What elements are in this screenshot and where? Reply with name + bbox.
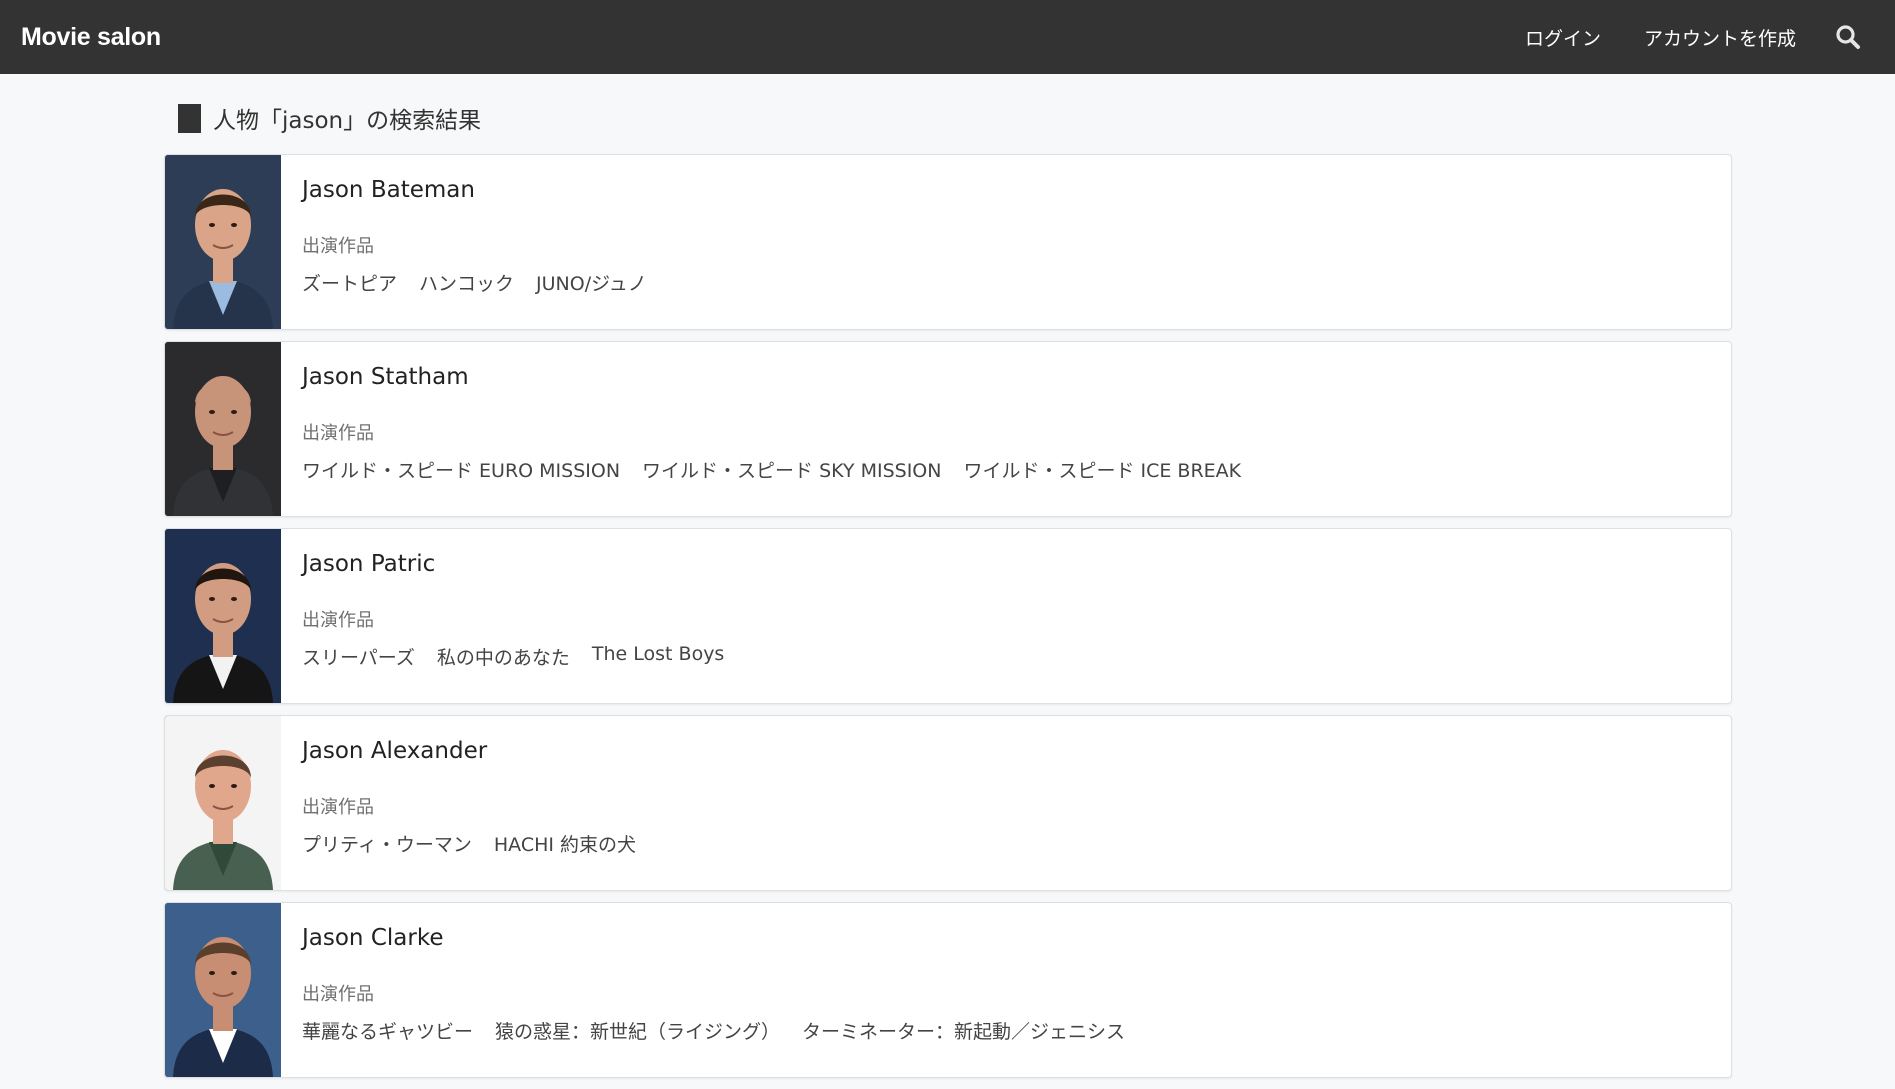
work-link[interactable]: スリーパーズ [302,643,415,670]
brand-logo[interactable]: Movie salon [21,23,161,52]
person-photo[interactable] [165,716,281,890]
person-card[interactable]: Jason Patric 出演作品スリーパーズ 私の中のあなた The Lost Bo… [164,528,1732,704]
person-card-body: Jason Clarke 出演作品華麗なるギャツビー 猿の惑星：新世紀（ライジング）… [281,903,1731,1077]
person-card-body: Jason Patric 出演作品スリーパーズ 私の中のあなた The Lost Bo… [281,529,1731,703]
person-card[interactable]: Jason Alexander 出演作品プリティ・ウーマン HACHI 約束の犬 [164,715,1732,891]
person-photo[interactable] [165,342,281,516]
work-link[interactable]: The Lost Boys [592,643,724,670]
page-title: 人物「jason」の検索結果 [213,108,482,134]
works-list: 華麗なるギャツビー 猿の惑星：新世紀（ライジング） ターミネーター：新起動／ジェニシ… [302,1017,1731,1044]
person-name[interactable]: Jason Alexander [302,738,1731,770]
top-navbar: Movie salon ログイン アカウントを作成 [0,0,1895,74]
create-account-link[interactable]: アカウントを作成 [1644,24,1796,51]
results-heading: 人物「jason」の検索結果 [164,74,1732,154]
works-label: 出演作品 [302,423,374,444]
works-list: スリーパーズ 私の中のあなた The Lost Boys [302,643,1731,670]
work-link[interactable]: 華麗なるギャツビー [302,1017,473,1044]
person-card-body: Jason Alexander 出演作品プリティ・ウーマン HACHI 約束の犬 [281,716,1731,890]
works-list: ワイルド・スピード EURO MISSION ワイルド・スピード SKY MISS… [302,456,1731,483]
work-link[interactable]: プリティ・ウーマン [302,830,472,857]
works-list: プリティ・ウーマン HACHI 約束の犬 [302,830,1731,857]
work-link[interactable]: ワイルド・スピード SKY MISSION [642,456,941,483]
work-link[interactable]: ハンコック [419,269,514,296]
person-card-body: Jason Statham 出演作品 ワイルド・スピード EURO MISSION ワ… [281,342,1731,516]
person-photo[interactable] [165,155,281,329]
person-name[interactable]: Jason Clarke [302,925,1731,957]
work-link[interactable]: ワイルド・スピード EURO MISSION [302,456,620,483]
person-name[interactable]: Jason Statham [302,364,1731,396]
heading-marker [178,103,201,133]
person-photo[interactable] [165,903,281,1077]
person-card[interactable]: Jason Statham 出演作品 ワイルド・スピード EURO MISSION ワ… [164,341,1732,517]
person-result-list: Jason Bateman 出演作品 ズートピア ハンコック JUNO/ジュノ Jason… [164,154,1732,1078]
person-card-body: Jason Bateman 出演作品ズートピア ハンコック JUNO/ジュノ [281,155,1731,329]
work-link[interactable]: ワイルド・スピード ICE BREAK [963,456,1241,483]
person-name[interactable]: Jason Patric [302,551,1731,583]
person-card[interactable]: Jason Clarke 出演作品華麗なるギャツビー 猿の惑星：新世紀（ライジング）… [164,902,1732,1078]
works-label: 出演作品 [302,610,374,631]
work-link[interactable]: HACHI 約束の犬 [494,830,636,857]
work-link[interactable]: JUNO/ジュノ [536,269,647,296]
work-link[interactable]: 猿の惑星：新世紀（ライジング） [495,1017,780,1044]
person-name[interactable]: Jason Bateman [302,177,1731,209]
works-label: 出演作品 [302,984,374,1005]
person-photo[interactable] [165,529,281,703]
work-link[interactable]: ズートピア [302,269,397,296]
works-label: 出演作品 [302,797,374,818]
search-icon[interactable] [1833,22,1863,52]
person-card[interactable]: Jason Bateman 出演作品ズートピア ハンコック JUNO/ジュノ [164,154,1732,330]
nav-links: ログイン アカウントを作成 [1525,0,1874,74]
works-label: 出演作品 [302,236,374,257]
work-link[interactable]: ターミネーター：新起動／ジェニシス [802,1017,1125,1044]
works-list: ズートピア ハンコック JUNO/ジュノ [302,269,1731,296]
work-link[interactable]: 私の中のあなた [437,643,570,670]
main-content: 人物「jason」の検索結果 Jason Bateman 出演作品 ズートピア ハンコ… [164,74,1732,1089]
login-link[interactable]: ログイン [1525,24,1601,51]
